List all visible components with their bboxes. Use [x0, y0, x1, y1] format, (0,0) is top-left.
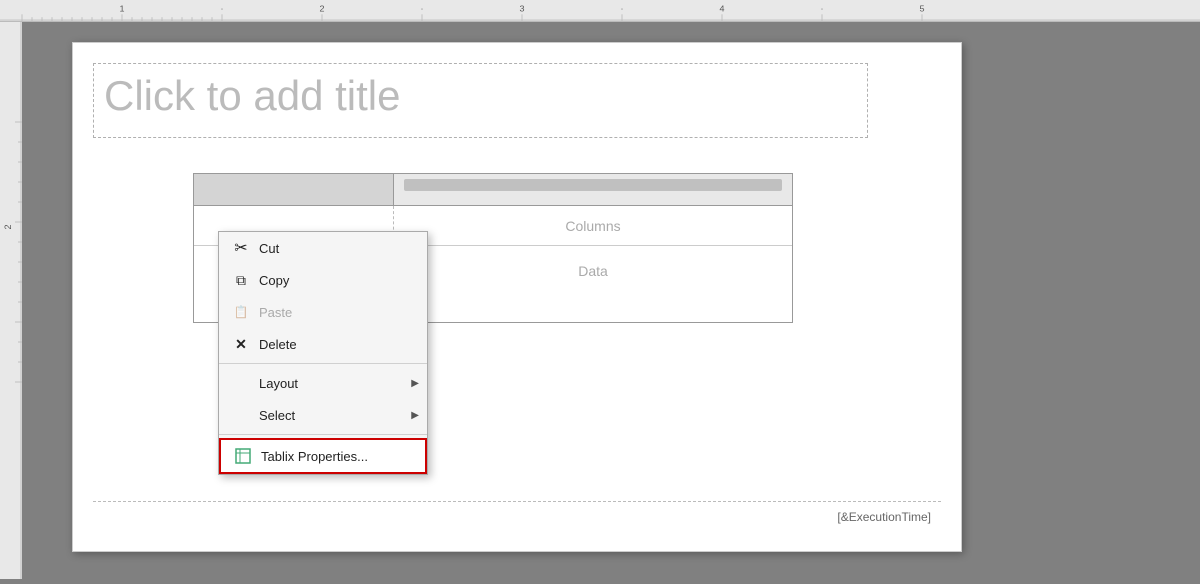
svg-text:3: 3: [519, 4, 524, 14]
svg-text:2: 2: [319, 4, 324, 14]
svg-text:·: ·: [620, 4, 623, 14]
ruler-top: 1 · 2 · 3 · 4 · 5: [0, 0, 1200, 22]
svg-text:5: 5: [919, 4, 924, 14]
tablix-columns-cell: Columns: [394, 206, 792, 245]
tablix-header-row: [194, 174, 792, 206]
menu-label-tablix-properties: Tablix Properties...: [261, 449, 413, 464]
paste-icon: 📋: [231, 302, 251, 322]
svg-text:1: 1: [119, 4, 124, 14]
layout-icon: [231, 373, 251, 393]
menu-item-paste[interactable]: 📋 Paste: [219, 296, 427, 328]
context-menu: ✂ Cut ⧉ Copy 📋 Paste ✕ Delete: [218, 231, 428, 475]
svg-text:4: 4: [719, 4, 724, 14]
tablix-icon: [233, 446, 253, 466]
menu-item-layout[interactable]: Layout ▶: [219, 367, 427, 399]
tablix-data-cell: Data: [394, 246, 792, 296]
menu-item-delete[interactable]: ✕ Delete: [219, 328, 427, 360]
execution-time: [&ExecutionTime]: [837, 510, 931, 524]
svg-text:2: 2: [3, 224, 13, 229]
tablix-header-bar: [404, 179, 782, 191]
tablix-corner: [194, 174, 394, 205]
tablix-header-right: [394, 174, 792, 205]
svg-text:·: ·: [220, 4, 223, 14]
menu-label-cut: Cut: [259, 241, 415, 256]
menu-item-cut[interactable]: ✂ Cut: [219, 232, 427, 264]
title-area[interactable]: Click to add title: [93, 63, 868, 138]
menu-label-delete: Delete: [259, 337, 415, 352]
delete-icon: ✕: [231, 334, 251, 354]
menu-item-copy[interactable]: ⧉ Copy: [219, 264, 427, 296]
svg-text:·: ·: [820, 4, 823, 14]
menu-label-layout: Layout: [259, 376, 415, 391]
menu-label-paste: Paste: [259, 305, 415, 320]
footer-area: [&ExecutionTime]: [93, 501, 941, 531]
select-submenu-arrow: ▶: [411, 410, 419, 421]
ruler-left: 2: [0, 22, 22, 579]
title-placeholder: Click to add title: [94, 64, 867, 128]
menu-item-tablix-properties[interactable]: Tablix Properties...: [219, 438, 427, 474]
menu-label-copy: Copy: [259, 273, 415, 288]
copy-icon: ⧉: [231, 270, 251, 290]
select-icon: [231, 405, 251, 425]
layout-submenu-arrow: ▶: [411, 378, 419, 389]
menu-label-select: Select: [259, 408, 415, 423]
svg-text:·: ·: [420, 4, 423, 14]
menu-separator-2: [219, 434, 427, 435]
cut-icon: ✂: [231, 238, 251, 258]
menu-separator-1: [219, 363, 427, 364]
design-surface: Click to add title Columns: [22, 22, 1200, 579]
report-canvas: Click to add title Columns: [72, 42, 962, 552]
menu-item-select[interactable]: Select ▶: [219, 399, 427, 431]
